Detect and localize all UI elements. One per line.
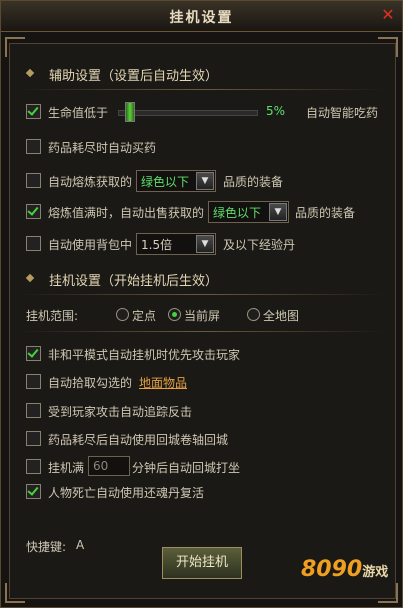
hp-percent-value: 5% xyxy=(266,104,286,118)
auto-revive-row: 人物死亡自动使用还魂丹复活 xyxy=(26,482,386,502)
timed-return-prefix: 挂机满 xyxy=(48,461,85,475)
attack-player-label: 非和平模式自动挂机时优先攻击玩家 xyxy=(48,348,241,362)
start-hook-button[interactable]: 开始挂机 xyxy=(162,547,242,579)
exp-multiplier-select[interactable]: 1.5倍 ▼ xyxy=(136,233,216,255)
chevron-down-icon[interactable]: ▼ xyxy=(269,203,287,221)
auto-exp-checkbox[interactable] xyxy=(26,236,41,251)
smelt-quality-value: 绿色以下 xyxy=(141,175,190,189)
assist-section-title: 辅助设置（设置后自动生效） xyxy=(49,69,219,84)
auto-exp-label: 自动使用背包中 xyxy=(48,238,133,252)
hook-range-label: 挂机范围: xyxy=(26,309,79,323)
auto-sell-label: 熔炼值满时，自动出售获取的 xyxy=(48,206,205,220)
hp-threshold-checkbox[interactable] xyxy=(26,104,41,119)
auto-exp-suffix: 及以下经验丹 xyxy=(223,238,296,252)
range-fixed-point-radio[interactable] xyxy=(116,308,129,321)
hook-settings-window: 挂机设置 ✕ 辅助设置（设置后自动生效） 生命值低于 5% 自动智能吃药 药品耗… xyxy=(0,0,403,608)
exp-multiplier-value: 1.5倍 xyxy=(141,238,173,252)
return-scroll-label: 药品耗尽后自动使用回城卷轴回城 xyxy=(48,433,229,447)
timed-return-row: 挂机满 60 分钟后自动回城打坐 xyxy=(26,456,386,477)
auto-revive-checkbox[interactable] xyxy=(26,484,41,499)
assist-section-header: 辅助设置（设置后自动生效） xyxy=(13,63,392,85)
auto-sell-checkbox[interactable] xyxy=(26,204,41,219)
window-title: 挂机设置 xyxy=(169,10,234,26)
auto-pickup-row: 自动拾取勾选的 地面物品 xyxy=(26,372,386,392)
hotkey-value: A xyxy=(76,538,85,552)
auto-pickup-label: 自动拾取勾选的 xyxy=(48,376,133,390)
title-bar[interactable]: 挂机设置 ✕ xyxy=(1,1,402,32)
range-current-screen-label[interactable]: 当前屏 xyxy=(184,307,220,324)
hook-section-title: 挂机设置（开始挂机后生效） xyxy=(49,274,219,289)
divider xyxy=(19,294,386,295)
auto-revive-label: 人物死亡自动使用还魂丹复活 xyxy=(48,486,205,500)
return-scroll-checkbox[interactable] xyxy=(26,431,41,446)
sell-quality-select[interactable]: 绿色以下 ▼ xyxy=(208,201,289,223)
counterattack-label: 受到玩家攻击自动追踪反击 xyxy=(48,405,193,419)
counterattack-checkbox[interactable] xyxy=(26,403,41,418)
auto-buy-checkbox[interactable] xyxy=(26,139,41,154)
timed-return-suffix: 分钟后自动回城打坐 xyxy=(132,461,241,475)
chevron-down-icon[interactable]: ▼ xyxy=(196,235,214,253)
auto-smelt-checkbox[interactable] xyxy=(26,173,41,188)
hp-threshold-suffix: 自动智能吃药 xyxy=(306,106,379,120)
auto-smelt-suffix: 品质的装备 xyxy=(223,175,284,189)
hook-range-row: 挂机范围: 定点 当前屏 全地图 xyxy=(26,305,386,325)
range-whole-map-radio[interactable] xyxy=(247,308,260,321)
minutes-placeholder: 60 xyxy=(93,459,109,473)
auto-buy-row: 药品耗尽时自动买药 xyxy=(26,137,386,157)
hotkey-label: 快捷键: xyxy=(26,540,67,554)
auto-exp-row: 自动使用背包中 1.5倍 ▼ 及以下经验丹 xyxy=(26,233,386,255)
range-fixed-point-label[interactable]: 定点 xyxy=(132,307,156,324)
auto-pickup-checkbox[interactable] xyxy=(26,374,41,389)
diamond-bullet-icon xyxy=(25,68,35,78)
divider xyxy=(19,89,386,90)
auto-sell-suffix: 品质的装备 xyxy=(295,206,356,220)
auto-buy-label: 药品耗尽时自动买药 xyxy=(48,141,157,155)
attack-player-row: 非和平模式自动挂机时优先攻击玩家 xyxy=(26,344,386,364)
auto-smelt-row: 自动熔炼获取的 绿色以下 ▼ 品质的装备 xyxy=(26,170,386,192)
divider xyxy=(19,331,386,332)
hp-threshold-label: 生命值低于 xyxy=(48,106,109,120)
hp-threshold-row: 生命值低于 5% 自动智能吃药 xyxy=(26,102,386,122)
ground-items-link[interactable]: 地面物品 xyxy=(139,374,187,391)
close-icon[interactable]: ✕ xyxy=(380,7,396,23)
smelt-quality-select[interactable]: 绿色以下 ▼ xyxy=(136,170,216,192)
watermark-brand: 8090 xyxy=(301,557,363,582)
range-whole-map-label[interactable]: 全地图 xyxy=(263,307,299,324)
sell-quality-value: 绿色以下 xyxy=(213,206,262,220)
diamond-bullet-icon xyxy=(25,273,35,283)
watermark-logo: 8090游戏 xyxy=(301,557,388,582)
auto-sell-row: 熔炼值满时，自动出售获取的 绿色以下 ▼ 品质的装备 xyxy=(26,201,386,223)
counterattack-row: 受到玩家攻击自动追踪反击 xyxy=(26,401,386,421)
hp-slider-track[interactable] xyxy=(118,110,258,116)
auto-smelt-label: 自动熔炼获取的 xyxy=(48,175,133,189)
attack-player-checkbox[interactable] xyxy=(26,346,41,361)
minutes-input[interactable]: 60 xyxy=(88,456,130,476)
return-scroll-row: 药品耗尽后自动使用回城卷轴回城 xyxy=(26,429,386,449)
timed-return-checkbox[interactable] xyxy=(26,459,41,474)
hook-section-header: 挂机设置（开始挂机后生效） xyxy=(13,268,392,290)
range-current-screen-radio[interactable] xyxy=(168,308,181,321)
hp-slider-handle[interactable] xyxy=(124,102,135,122)
watermark-text: 游戏 xyxy=(362,565,389,580)
chevron-down-icon[interactable]: ▼ xyxy=(196,172,214,190)
